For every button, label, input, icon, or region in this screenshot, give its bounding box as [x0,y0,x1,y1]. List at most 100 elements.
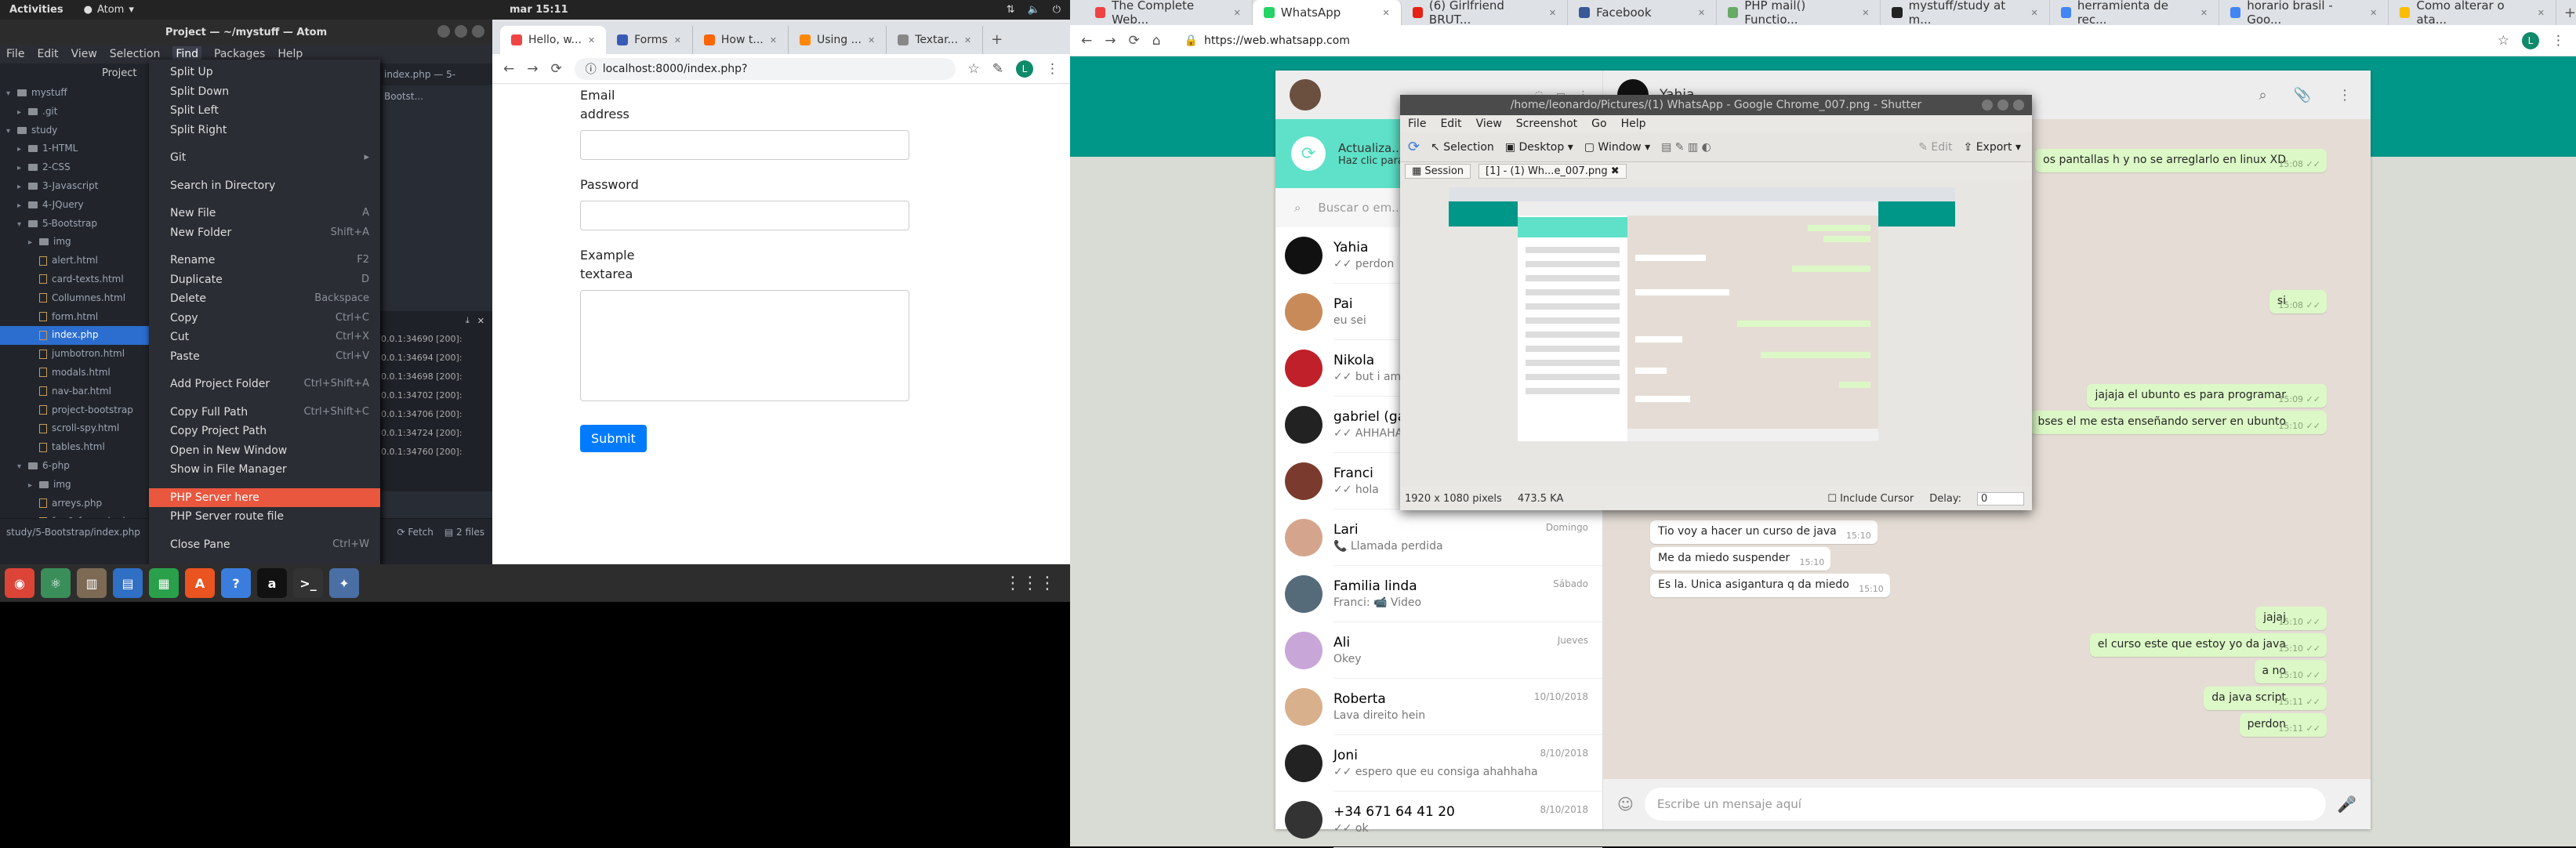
outgoing-message[interactable]: jajaj 15:10 ✓✓ [2255,607,2327,630]
menu-item-copy[interactable]: Copy Ctrl+C [149,309,380,328]
search-icon[interactable]: ⌕ [2259,87,2266,103]
tab-close-icon[interactable]: ✕ [964,35,971,45]
menu-item-open-in-new-window[interactable]: Open in New Window [149,441,380,461]
shutter-icon[interactable]: ✦ [329,568,359,598]
tree-folder[interactable]: ▸ 3-Javascript [0,177,149,196]
tree-file[interactable]: tables.html [0,438,149,457]
chat-list-item[interactable]: Roberta 10/10/2018 Lava direito hein [1275,679,1602,735]
tab-close-icon[interactable]: ✕ [1383,8,1390,18]
menu-item-close-pane[interactable]: Close Pane Ctrl+W [149,535,380,555]
forward-icon[interactable]: → [527,61,538,77]
clock[interactable]: mar 15:11 [510,4,568,16]
minimize-button[interactable] [437,25,450,38]
address-bar[interactable]: ⓘ localhost:8000/index.php? [574,57,956,80]
tree-file[interactable]: index.php [0,326,149,346]
menu-item-rename[interactable]: Rename F2 [149,251,380,270]
browser-tab[interactable]: Como alterar o ata... ✕ [2389,0,2556,27]
menu-item-copy-full-path[interactable]: Copy Full Path Ctrl+Shift+C [149,403,380,422]
browser-tab[interactable]: WhatsApp ✕ [1252,0,1402,25]
atom-dock-icon[interactable]: ⚛ [41,568,71,598]
menu-go[interactable]: Go [1591,118,1606,130]
tab-session[interactable]: ▦ Session [1405,163,1471,179]
screenshot-preview[interactable] [1400,179,2032,487]
status-path[interactable]: study/5-Bootstrap/index.php [6,527,140,538]
fetch-button[interactable]: ⟳ Fetch [397,527,433,538]
git-files[interactable]: ▤ 2 files [444,527,484,538]
outgoing-message[interactable]: jajaja el ubunto es para programar 15:09 … [2087,384,2327,408]
back-icon[interactable]: ← [1081,33,1092,49]
menu-packages[interactable]: Packages [214,48,265,60]
menu-item-php-server-route-file[interactable]: PHP Server route file [149,507,380,527]
outgoing-message[interactable]: a no 15:10 ✓✓ [2254,660,2327,683]
bookmark-star-icon[interactable]: ☆ [2498,33,2509,49]
maximize-button[interactable] [455,25,467,38]
tree-file[interactable]: card-texts.html [0,270,149,289]
more-menu-icon[interactable]: ⋮ [2552,33,2565,49]
tab-file[interactable]: [1] - (1) Wh...e_007.png ✖ [1478,163,1627,179]
tree-file[interactable]: Collumnes.html [0,289,149,308]
menu-file[interactable]: File [1408,118,1426,130]
menu-item-paste[interactable]: Paste Ctrl+V [149,347,380,367]
menu-item-add-project-folder[interactable]: Add Project Folder Ctrl+Shift+A [149,375,380,394]
tree-file[interactable]: project-bootstrap [0,401,149,420]
help-icon[interactable]: ? [221,568,251,598]
tree-folder[interactable]: ▸ 1-HTML [0,140,149,158]
browser-tab[interactable]: PHP mail() Functio... ✕ [1717,0,1881,27]
selection-button[interactable]: ↖ Selection [1431,141,1494,154]
menu-item-search-in-directory[interactable]: Search in Directory [149,176,380,196]
window-button[interactable]: ▢ Window ▾ [1584,141,1650,154]
reload-icon[interactable]: ⟳ [551,61,562,77]
menu-item-split-up[interactable]: Split Up [149,63,380,82]
menu-item-git[interactable]: Git ▸ [149,148,380,168]
delay-spinner[interactable]: 0 [1977,491,2024,506]
tab-close-icon[interactable]: ✕ [868,35,875,45]
close-button[interactable] [2013,100,2024,111]
menu-selection[interactable]: Selection [110,48,161,60]
new-tab-button[interactable]: + [2564,5,2576,25]
outgoing-message[interactable]: el curso este que estoy yo da java 15:10 … [2089,633,2327,657]
tab-close-icon[interactable]: ✕ [2370,8,2377,18]
attach-icon[interactable]: 📎 [2294,87,2311,103]
tree-file[interactable]: alert.html [0,252,149,270]
menu-icon[interactable]: ⋮ [2338,87,2352,103]
menu-item-split-down[interactable]: Split Down [149,82,380,102]
close-icon[interactable]: ✖ [1611,165,1620,177]
browser-tab[interactable]: How t... ✕ [693,26,789,54]
tree-header[interactable]: Project [0,63,149,84]
tree-folder[interactable]: ▾ 6-php [0,457,149,476]
system-tray[interactable]: ⇅ 🔈 ⏻ [1007,4,1061,16]
chat-list-item[interactable]: Lari Domingo 📞 Llamada perdida [1275,509,1602,566]
desktop-button[interactable]: ▣ Desktop ▾ [1505,141,1573,154]
email-input[interactable] [580,130,909,160]
emoji-icon[interactable]: ☺ [1617,795,1634,814]
profile-avatar[interactable]: L [1016,60,1033,78]
browser-tab[interactable]: Forms ✕ [606,26,693,54]
menu-item-php-server-here[interactable]: PHP Server here [149,487,380,507]
menu-item-cut[interactable]: Cut Ctrl+X [149,328,380,347]
menu-edit[interactable]: Edit [37,48,58,60]
tool-icons[interactable]: ▤ ✎ ▥ ◐ [1661,141,1711,154]
microphone-icon[interactable]: 🎤 [2337,795,2356,814]
incoming-message[interactable]: Me da miedo suspender 15:10 [1650,547,1831,571]
browser-tab[interactable]: (6) Girlfriend BRUT... ✕ [1402,0,1569,27]
edit-button[interactable]: ✎ Edit [1918,141,1952,154]
close-button[interactable] [472,25,484,38]
menu-view[interactable]: View [1476,118,1502,130]
message-input[interactable]: Escribe un mensaje aquí [1644,788,2327,821]
bookmark-star-icon[interactable]: ☆ [968,61,980,77]
chat-list-item[interactable]: Familia linda Sábado Franci: 📹 Video [1275,566,1602,622]
menu-screenshot[interactable]: Screenshot [1516,118,1577,130]
tab-close-icon[interactable]: ✕ [2030,8,2037,18]
browser-tab[interactable]: herramienta de rec... ✕ [2050,0,2220,27]
tree-folder[interactable]: ▸ 2-CSS [0,158,149,177]
close-icon[interactable]: ✕ [477,316,484,326]
tree-folder[interactable]: ▸ 4-JQuery [0,196,149,215]
tree-folder[interactable]: ▸ .git [0,103,149,121]
browser-tab[interactable]: horario brasil - Goo... ✕ [2219,0,2389,27]
activities-button[interactable]: Activities [9,4,63,16]
tab-close-icon[interactable]: ✕ [1234,8,1241,18]
maximize-button[interactable] [1997,100,2008,111]
tree-folder[interactable]: ▸ img [0,233,149,252]
forward-icon[interactable]: → [1105,33,1116,49]
tree-file[interactable]: form.html [0,308,149,327]
